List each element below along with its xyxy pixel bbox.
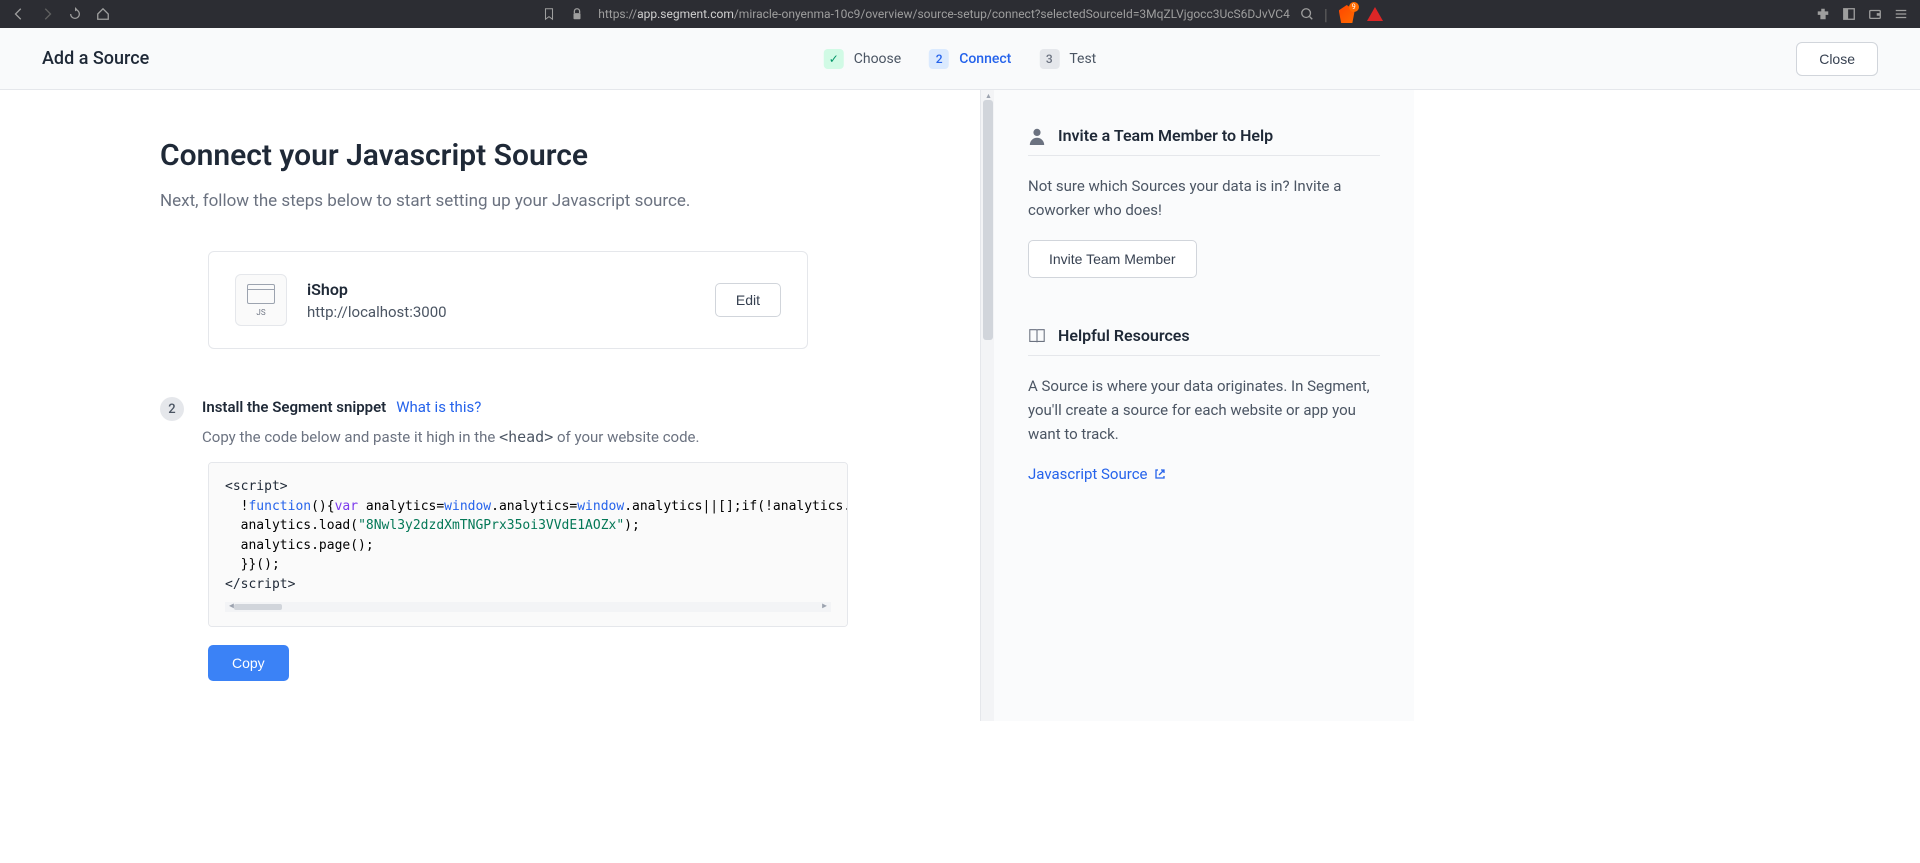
- person-icon: [1028, 127, 1046, 145]
- step-connect[interactable]: 2 Connect: [929, 49, 1011, 69]
- horizontal-scrollbar[interactable]: ◀ ▶: [225, 602, 831, 612]
- invite-team-button[interactable]: Invite Team Member: [1028, 240, 1197, 278]
- step-label: Test: [1069, 51, 1096, 67]
- extensions-icon[interactable]: [1816, 7, 1830, 21]
- help-sidebar: Invite a Team Member to Help Not sure wh…: [994, 90, 1414, 721]
- javascript-source-link[interactable]: Javascript Source: [1028, 465, 1166, 483]
- copy-button[interactable]: Copy: [208, 645, 289, 681]
- invite-text: Not sure which Sources your data is in? …: [1028, 174, 1380, 222]
- step-number-badge: 2: [160, 397, 184, 421]
- resources-section: Helpful Resources A Source is where your…: [1028, 326, 1380, 483]
- install-description: Copy the code below and paste it high in…: [202, 428, 940, 446]
- divider: [1028, 155, 1380, 156]
- code-snippet[interactable]: <script> !function(){var analytics=windo…: [208, 462, 848, 627]
- what-is-this-link[interactable]: What is this?: [396, 398, 481, 416]
- url-bar[interactable]: https://app.segment.com/miracle-onyenma-…: [598, 7, 1290, 21]
- zoom-icon[interactable]: [1300, 7, 1314, 21]
- install-title: Install the Segment snippet: [202, 398, 386, 416]
- resources-title: Helpful Resources: [1058, 326, 1190, 345]
- app-header: Add a Source ✓ Choose 2 Connect 3 Test C…: [0, 28, 1920, 90]
- edit-button[interactable]: Edit: [715, 283, 781, 317]
- brave-shield-icon[interactable]: 9: [1338, 5, 1356, 23]
- page-title: Connect your Javascript Source: [160, 138, 940, 173]
- step-choose[interactable]: ✓ Choose: [824, 49, 901, 69]
- menu-icon[interactable]: [1894, 7, 1908, 21]
- brave-triangle-icon[interactable]: [1366, 5, 1384, 23]
- invite-title: Invite a Team Member to Help: [1058, 126, 1273, 145]
- lock-icon: [570, 7, 584, 21]
- divider: [1028, 355, 1380, 356]
- check-icon: ✓: [824, 49, 844, 69]
- source-card: JS iShop http://localhost:3000 Edit: [208, 251, 808, 349]
- wallet-icon[interactable]: [1868, 7, 1882, 21]
- javascript-source-icon: JS: [235, 274, 287, 326]
- step-label: Choose: [854, 51, 901, 67]
- forward-icon[interactable]: [40, 7, 54, 21]
- step-label: Connect: [959, 51, 1011, 67]
- step-number-icon: 3: [1039, 49, 1059, 69]
- step-number-icon: 2: [929, 49, 949, 69]
- close-button[interactable]: Close: [1796, 42, 1878, 76]
- resources-text: A Source is where your data originates. …: [1028, 374, 1380, 446]
- external-link-icon: [1154, 468, 1166, 480]
- reload-icon[interactable]: [68, 7, 82, 21]
- book-icon: [1028, 327, 1046, 345]
- sidepanel-icon[interactable]: [1842, 7, 1856, 21]
- page-subtitle: Next, follow the steps below to start se…: [160, 191, 940, 211]
- browser-toolbar: https://app.segment.com/miracle-onyenma-…: [0, 0, 1920, 28]
- source-name: iShop: [307, 280, 695, 299]
- vertical-scrollbar[interactable]: ▲: [980, 90, 994, 721]
- wizard-steps: ✓ Choose 2 Connect 3 Test: [824, 49, 1097, 69]
- install-step: 2 Install the Segment snippet What is th…: [160, 397, 940, 446]
- step-test[interactable]: 3 Test: [1039, 49, 1096, 69]
- back-icon[interactable]: [12, 7, 26, 21]
- source-url: http://localhost:3000: [307, 303, 695, 321]
- home-icon[interactable]: [96, 7, 110, 21]
- invite-section: Invite a Team Member to Help Not sure wh…: [1028, 126, 1380, 278]
- page-header-title: Add a Source: [42, 48, 149, 69]
- bookmark-icon[interactable]: [542, 7, 556, 21]
